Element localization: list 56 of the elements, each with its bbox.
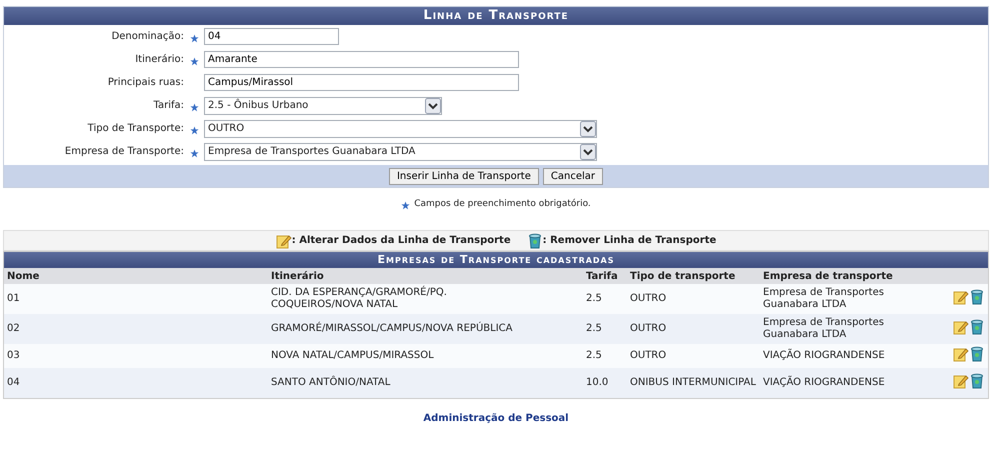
text-field[interactable]: Amarante xyxy=(204,51,519,68)
footer-link[interactable]: Administração de Pessoal xyxy=(423,413,569,424)
trash-bin-icon[interactable] xyxy=(969,289,985,305)
name-cell: 02 xyxy=(7,323,20,334)
edit-note-icon xyxy=(276,232,292,248)
dropdown[interactable]: 2.5 - Ônibus Urbano xyxy=(204,96,442,114)
text-field[interactable]: Campus/Mirassol xyxy=(204,74,519,91)
edit-note-icon[interactable] xyxy=(953,373,969,389)
company-cell: VIAÇÃO RIOGRANDENSE xyxy=(763,350,885,361)
column-header: Tarifa xyxy=(586,270,618,282)
edit-note-icon[interactable] xyxy=(953,319,969,335)
field-label: Tipo de Transporte: xyxy=(86,123,184,134)
form-button[interactable]: Inserir Linha de Transporte xyxy=(388,168,539,184)
itinerary-cell-text: CID. DA ESPERANÇA/GRAMORÉ/PQ. COQUEIROS/NOVA NATAL xyxy=(271,287,448,311)
trash-bin-icon[interactable] xyxy=(969,319,985,335)
field-label: Denominação: xyxy=(110,31,184,42)
company-cell: Empresa de Transportes Guanabara LTDA xyxy=(763,317,884,340)
transport-type-cell: OUTRO xyxy=(630,323,666,334)
name-cell: 04 xyxy=(7,377,20,388)
column-header: Tipo de transporte xyxy=(630,270,736,282)
required-note: Campos de preenchimento obrigatório. xyxy=(414,199,591,209)
field-label: Itinerário: xyxy=(134,54,184,65)
legend-text: : Alterar Dados da Linha de Transporte xyxy=(292,235,511,246)
itinerary-cell: SANTO ANTÔNIO/NATAL xyxy=(271,377,390,389)
edit-note-icon[interactable] xyxy=(953,289,969,305)
required-star-icon xyxy=(401,201,410,210)
fare-cell: 2.5 xyxy=(586,323,602,334)
company-cell: VIAÇÃO RIOGRANDENSE xyxy=(763,377,885,388)
trash-bin-icon xyxy=(526,232,543,248)
column-header: Empresa de transporte xyxy=(763,270,893,282)
column-header: Nome xyxy=(7,270,40,282)
name-cell: 03 xyxy=(7,350,20,361)
field-label: Principais ruas: xyxy=(106,77,184,88)
trash-bin-icon[interactable] xyxy=(969,346,985,362)
transport-type-cell: OUTRO xyxy=(630,350,666,361)
text-field[interactable]: 04 xyxy=(204,28,339,45)
edit-note-icon[interactable] xyxy=(953,346,969,362)
transport-type-cell: OUTRO xyxy=(630,293,666,304)
itinerary-cell: NOVA NATAL/CAMPUS/MIRASSOL xyxy=(271,350,434,362)
field-label: Empresa de Transporte: xyxy=(64,146,184,157)
itinerary-cell: GRAMORÉ/MIRASSOL/CAMPUS/NOVA REPÚBLICA xyxy=(271,323,512,335)
column-header: Itinerário xyxy=(271,270,324,282)
dropdown[interactable]: OUTRO xyxy=(204,120,597,138)
name-cell: 01 xyxy=(7,293,20,304)
dropdown[interactable]: Empresa de Transportes Guanabara LTDA xyxy=(204,142,597,160)
form-title: Linha de Transporte xyxy=(4,7,988,25)
fare-cell: 2.5 xyxy=(586,293,602,304)
legend-text: : Remover Linha de Transporte xyxy=(542,235,716,246)
form-button[interactable]: Cancelar xyxy=(542,168,604,184)
fare-cell: 2.5 xyxy=(586,350,602,361)
field-label: Tarifa: xyxy=(152,100,184,111)
company-cell: Empresa de Transportes Guanabara LTDA xyxy=(763,287,884,310)
table-title: Empresas de Transporte cadastradas xyxy=(4,252,988,268)
transport-type-cell: ONIBUS INTERMUNICIPAL xyxy=(630,377,756,388)
trash-bin-icon[interactable] xyxy=(969,373,985,389)
fare-cell: 10.0 xyxy=(586,377,608,388)
